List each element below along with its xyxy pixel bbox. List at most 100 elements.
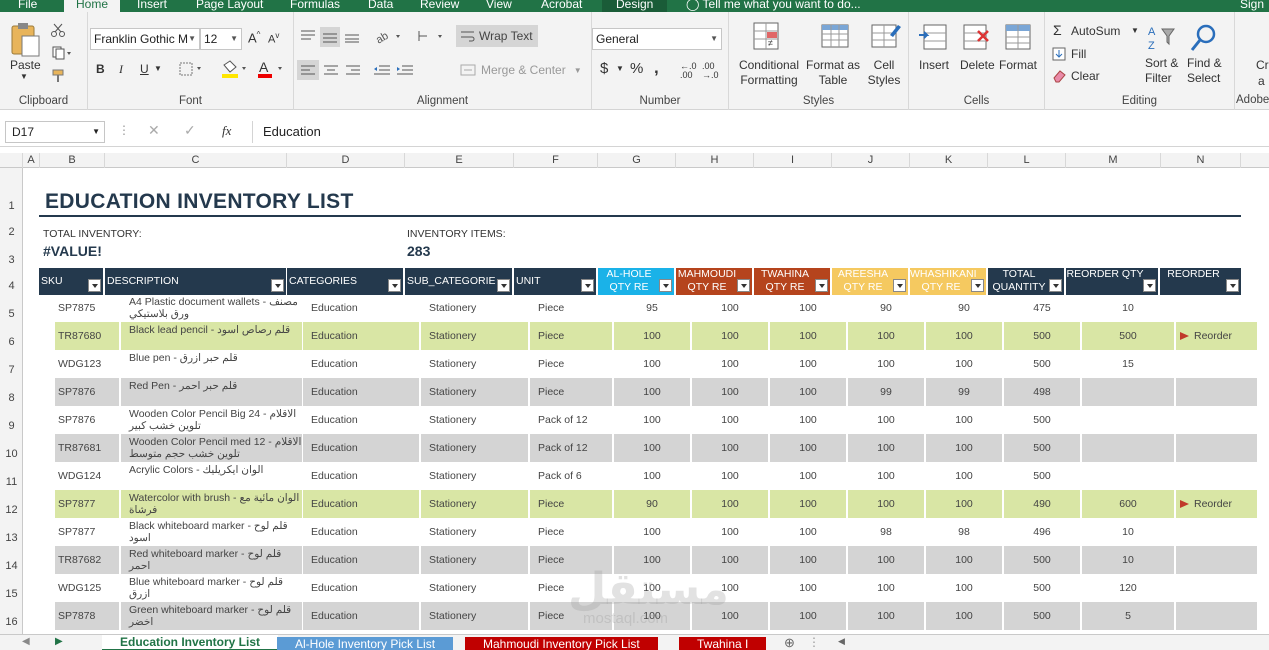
cell-q1[interactable]: 95 xyxy=(614,294,690,322)
cell-cat[interactable]: Education xyxy=(303,378,419,406)
filter-dropdown-icon[interactable] xyxy=(737,279,750,292)
cell-q5[interactable]: 100 xyxy=(926,462,1002,490)
cell-unit[interactable]: Piece xyxy=(530,294,612,322)
cell-q3[interactable]: 100 xyxy=(770,546,846,574)
cell-q1[interactable]: 100 xyxy=(614,462,690,490)
cell-q5[interactable]: 100 xyxy=(926,406,1002,434)
underline-button[interactable]: U xyxy=(140,62,149,76)
row-header[interactable]: 2 xyxy=(0,226,23,238)
cell-q3[interactable]: 100 xyxy=(770,378,846,406)
column-header-cell[interactable]: TOTAL QUANTITY xyxy=(988,268,1064,295)
cell-sku[interactable]: WDG123 xyxy=(55,350,119,378)
cell-desc[interactable]: Red Pen - قلم حبر احمر xyxy=(121,378,302,406)
column-header[interactable]: I xyxy=(754,153,832,168)
select-all-corner[interactable] xyxy=(0,153,23,168)
cell-q1[interactable]: 100 xyxy=(614,350,690,378)
cell-rq[interactable]: 120 xyxy=(1082,574,1174,602)
cell-desc[interactable]: Blue pen - قلم حبر ازرق xyxy=(121,350,302,378)
decrease-indent-icon[interactable] xyxy=(372,60,392,80)
filter-dropdown-icon[interactable] xyxy=(271,279,284,292)
cell-q4[interactable]: 100 xyxy=(848,546,924,574)
currency-button[interactable]: $ xyxy=(600,60,608,77)
cell-flag[interactable] xyxy=(1176,350,1257,378)
column-header[interactable]: E xyxy=(405,153,514,168)
name-box[interactable]: D17 ▼ xyxy=(5,121,105,143)
currency-chevron-icon[interactable]: ▼ xyxy=(616,64,624,73)
column-header[interactable]: N xyxy=(1161,153,1241,168)
cell-desc[interactable]: Blue whiteboard marker - قلم لوح ازرق xyxy=(121,574,302,602)
align-center-icon[interactable] xyxy=(321,60,341,80)
cell-cat[interactable]: Education xyxy=(303,546,419,574)
cell-total[interactable]: 500 xyxy=(1004,322,1080,350)
sign-in-link[interactable]: Sign xyxy=(1240,0,1264,12)
column-header-cell[interactable]: TWAHINA QTY RE xyxy=(754,268,830,295)
cell-q2[interactable]: 100 xyxy=(692,294,768,322)
enter-icon[interactable]: ✓ xyxy=(184,122,196,139)
paste-icon[interactable] xyxy=(8,22,42,58)
cell-rq[interactable]: 500 xyxy=(1082,322,1174,350)
cell-cat[interactable]: Education xyxy=(303,322,419,350)
column-header-cell[interactable]: AREESHA QTY RE xyxy=(832,268,908,295)
cell-cat[interactable]: Education xyxy=(303,434,419,462)
tab-design[interactable]: Design xyxy=(602,0,668,12)
cell-rq[interactable] xyxy=(1082,406,1174,434)
cell-total[interactable]: 500 xyxy=(1004,462,1080,490)
column-header[interactable]: G xyxy=(598,153,676,168)
cell-sku[interactable]: TR87682 xyxy=(55,546,119,574)
formula-input[interactable]: Education xyxy=(252,121,1269,143)
column-header[interactable]: F xyxy=(514,153,598,168)
column-header[interactable]: K xyxy=(910,153,988,168)
cell-q2[interactable]: 100 xyxy=(692,490,768,518)
cell-q4[interactable]: 100 xyxy=(848,406,924,434)
cell-rq[interactable]: 10 xyxy=(1082,518,1174,546)
row-header[interactable]: 16 xyxy=(0,616,23,628)
column-header-cell[interactable]: WHASHIKANI QTY RE xyxy=(910,268,986,295)
cell-q4[interactable]: 100 xyxy=(848,434,924,462)
cell-unit[interactable]: Pack of 12 xyxy=(530,434,612,462)
paste-chevron-icon[interactable]: ▼ xyxy=(20,72,28,81)
cell-q3[interactable]: 100 xyxy=(770,406,846,434)
row-header[interactable]: 8 xyxy=(0,392,23,404)
cell-total[interactable]: 500 xyxy=(1004,546,1080,574)
filter-dropdown-icon[interactable] xyxy=(815,279,828,292)
orientation-icon[interactable]: ab xyxy=(374,27,404,45)
cell-q3[interactable]: 100 xyxy=(770,462,846,490)
cell-unit[interactable]: Piece xyxy=(530,490,612,518)
cell-flag[interactable] xyxy=(1176,574,1257,602)
cell-rq[interactable] xyxy=(1082,378,1174,406)
cell-flag[interactable] xyxy=(1176,294,1257,322)
filter-dropdown-icon[interactable] xyxy=(88,279,101,292)
italic-button[interactable]: I xyxy=(119,62,123,77)
cell-flag[interactable] xyxy=(1176,434,1257,462)
delete-cells-icon[interactable] xyxy=(959,20,993,54)
row-header[interactable]: 9 xyxy=(0,420,23,432)
cell-rq[interactable]: 15 xyxy=(1082,350,1174,378)
cell-total[interactable]: 500 xyxy=(1004,602,1080,630)
column-header[interactable]: D xyxy=(287,153,405,168)
copy-icon[interactable] xyxy=(50,45,74,61)
decrease-decimal-icon[interactable]: .00 →.0 xyxy=(702,62,719,80)
row-header[interactable]: 10 xyxy=(0,448,23,460)
font-size-select[interactable]: 12 ▼ xyxy=(200,28,242,50)
cell-q2[interactable]: 100 xyxy=(692,406,768,434)
find-select-icon[interactable] xyxy=(1187,22,1221,56)
cell-q4[interactable]: 90 xyxy=(848,294,924,322)
cell-q1[interactable]: 100 xyxy=(614,378,690,406)
cell-desc[interactable]: Green whiteboard marker - قلم لوح اخضر xyxy=(121,602,302,630)
row-header[interactable]: 6 xyxy=(0,336,23,348)
cell-q4[interactable]: 100 xyxy=(848,462,924,490)
column-header-cell[interactable]: REORDER QTY xyxy=(1066,268,1158,295)
cell-q2[interactable]: 100 xyxy=(692,378,768,406)
cell-rq[interactable] xyxy=(1082,434,1174,462)
cell-total[interactable]: 500 xyxy=(1004,350,1080,378)
fill-icon[interactable] xyxy=(1051,46,1067,62)
cell-q4[interactable]: 100 xyxy=(848,574,924,602)
cell-q5[interactable]: 90 xyxy=(926,294,1002,322)
format-painter-icon[interactable] xyxy=(50,68,66,84)
insert-function-button[interactable]: fx xyxy=(222,123,231,139)
cell-q3[interactable]: 100 xyxy=(770,602,846,630)
borders-icon[interactable] xyxy=(178,61,204,77)
cell-q2[interactable]: 100 xyxy=(692,434,768,462)
cell-sku[interactable]: SP7877 xyxy=(55,518,119,546)
scroll-right-icon[interactable]: ▶ xyxy=(55,636,63,647)
